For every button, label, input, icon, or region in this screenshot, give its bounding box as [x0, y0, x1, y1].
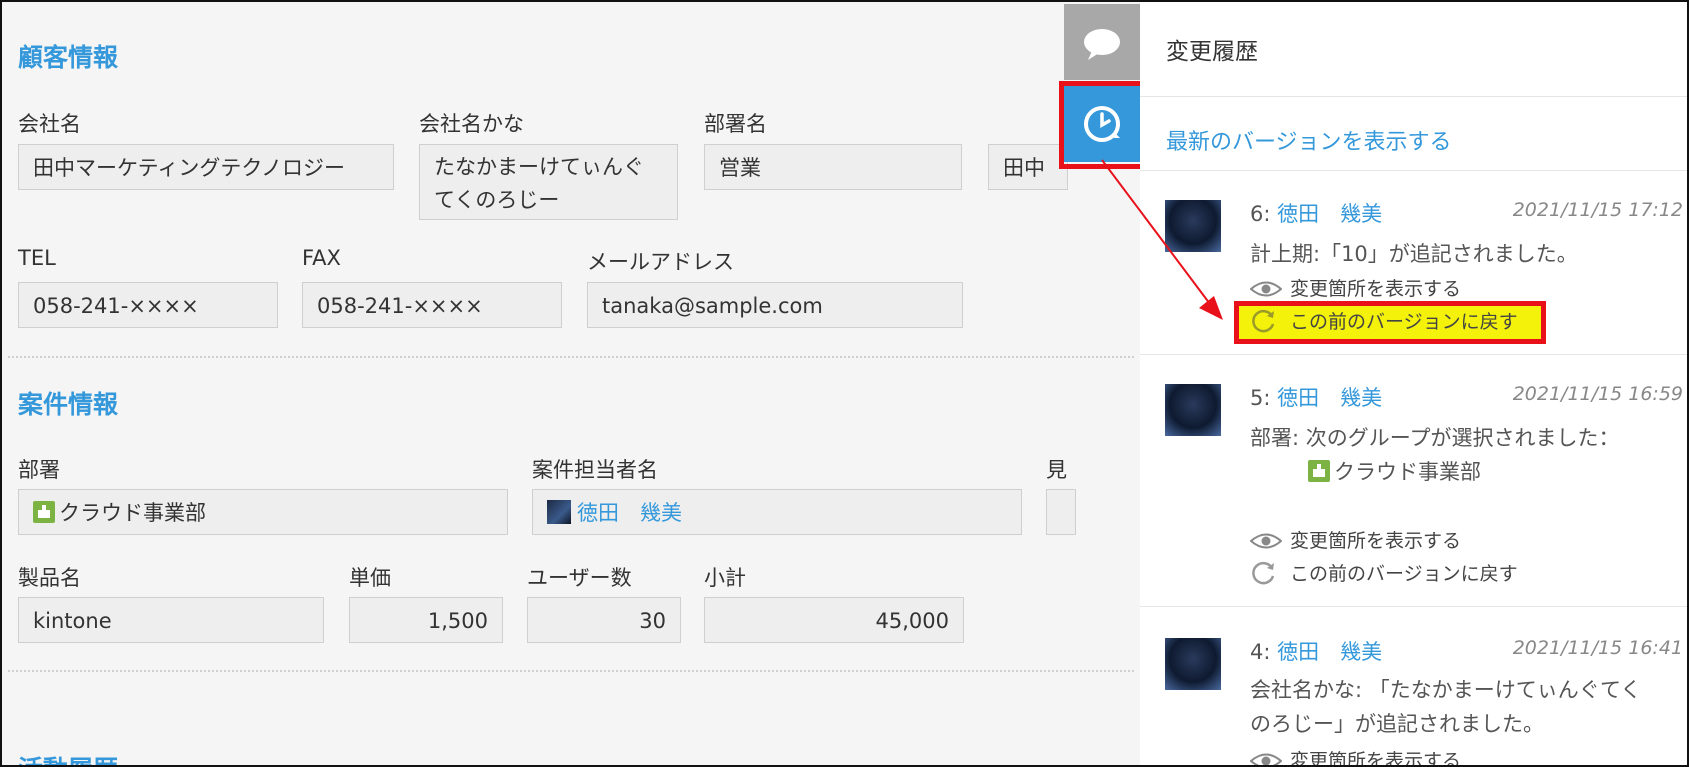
annotation-arrow — [1101, 159, 1223, 320]
screenshot-frame: 顧客情報 会社名 田中マーケティングテクノロジー 会社名かな たなかまーけてぃん… — [0, 0, 1689, 767]
